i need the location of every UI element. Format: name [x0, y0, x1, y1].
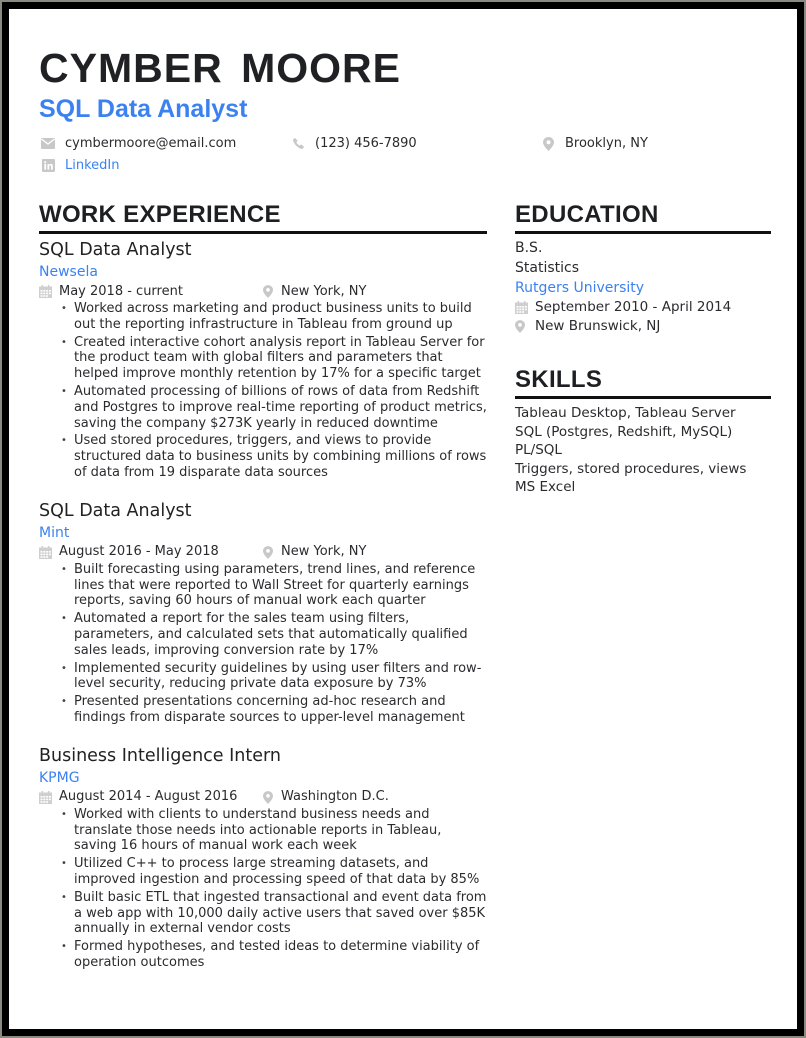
- work-experience-heading: WORK EXPERIENCE: [39, 201, 487, 234]
- job-bullet: Worked across marketing and product busi…: [61, 301, 487, 333]
- job-bullet: Created interactive cohort analysis repo…: [61, 335, 487, 382]
- work-experience-section: WORK EXPERIENCE SQL Data Analyst Newsela…: [39, 201, 487, 973]
- skill-item: MS Excel: [515, 479, 576, 495]
- job-dates: August 2016 - May 2018: [39, 543, 261, 561]
- skills-section: SKILLS Tableau Desktop, Tableau Server S…: [515, 366, 771, 497]
- job-location: New York, NY: [261, 543, 366, 561]
- linkedin-icon: [41, 159, 55, 173]
- resume-page: CYMBER MOORE SQL Data Analyst cymbermoor…: [9, 9, 797, 1029]
- phone-icon: [291, 137, 305, 151]
- job-bullet: Automated processing of billions of rows…: [61, 384, 487, 431]
- map-pin-icon: [541, 136, 555, 151]
- job-location: New York, NY: [261, 283, 366, 301]
- job-bullets: Worked across marketing and product busi…: [39, 301, 487, 481]
- skill-item: SQL (Postgres, Redshift, MySQL): [515, 423, 733, 440]
- job-bullet: Worked with clients to understand busine…: [61, 807, 487, 854]
- job-location: Washington D.C.: [261, 788, 389, 806]
- candidate-name: CYMBER MOORE: [39, 45, 401, 91]
- calendar-icon: [515, 301, 528, 314]
- skill-item: Tableau Desktop, Tableau Server: [515, 405, 736, 421]
- contact-email[interactable]: cymbermoore@email.com: [41, 136, 236, 151]
- map-pin-icon: [261, 285, 274, 298]
- education-school: Rutgers University: [515, 280, 645, 296]
- job-bullet: Presented presentations concerning ad-ho…: [61, 694, 487, 726]
- job-meta: August 2016 - May 2018 New York, NY: [39, 543, 487, 562]
- job-company: Mint: [39, 524, 70, 541]
- skill-item: PL/SQL: [515, 442, 562, 458]
- job-meta: May 2018 - current New York, NY: [39, 282, 487, 301]
- contact-linkedin[interactable]: LinkedIn: [41, 158, 119, 173]
- job-company: KPMG: [39, 769, 80, 786]
- contact-info: cymbermoore@email.com (123) 456-7890 Bro…: [39, 128, 779, 173]
- job-bullets: Worked with clients to understand busine…: [39, 807, 487, 971]
- map-pin-icon: [261, 790, 274, 804]
- job-meta: August 2014 - August 2016 Washington D.C…: [39, 788, 487, 807]
- job-bullet: Built basic ETL that ingested transactio…: [61, 890, 487, 937]
- contact-phone[interactable]: (123) 456-7890: [291, 136, 417, 151]
- contact-location: Brooklyn, NY: [541, 136, 648, 151]
- job-entry: SQL Data Analyst Newsela May 2018 - curr…: [39, 238, 487, 481]
- job-bullet: Implemented security guidelines by using…: [61, 661, 487, 693]
- education-dates: September 2010 - April 2014: [515, 298, 771, 317]
- calendar-icon: [39, 285, 52, 298]
- job-bullet: Built forecasting using parameters, tren…: [61, 562, 487, 609]
- candidate-title: SQL Data Analyst: [39, 95, 248, 123]
- education-field: Statistics: [515, 260, 579, 276]
- skills-heading: SKILLS: [515, 366, 771, 399]
- envelope-icon: [41, 137, 55, 151]
- job-entry: SQL Data Analyst Mint August 2016 - May …: [39, 499, 487, 726]
- job-bullet: Formed hypotheses, and tested ideas to d…: [61, 939, 487, 971]
- job-bullet: Utilized C++ to process large streaming …: [61, 856, 487, 888]
- map-pin-icon: [515, 320, 528, 333]
- job-entry: Business Intelligence Intern KPMG August…: [39, 744, 487, 971]
- map-pin-icon: [261, 545, 274, 559]
- job-bullets: Built forecasting using parameters, tren…: [39, 562, 487, 726]
- job-dates: August 2014 - August 2016: [39, 788, 261, 806]
- job-role: Business Intelligence Intern: [39, 745, 281, 766]
- job-dates: May 2018 - current: [39, 283, 261, 301]
- education-degree: B.S.: [515, 240, 543, 256]
- resume-header: CYMBER MOORE SQL Data Analyst cymbermoor…: [39, 44, 779, 173]
- skill-item: Triggers, stored procedures, views: [515, 460, 747, 477]
- education-entry: B.S. Statistics Rutgers University Septe…: [515, 238, 771, 336]
- skills-list: Tableau Desktop, Tableau Server SQL (Pos…: [515, 404, 771, 497]
- job-role: SQL Data Analyst: [39, 240, 192, 260]
- sidebar-column: EDUCATION B.S. Statistics Rutgers Univer…: [515, 201, 771, 497]
- education-section: EDUCATION B.S. Statistics Rutgers Univer…: [515, 201, 771, 336]
- calendar-icon: [39, 790, 52, 804]
- page-border: CYMBER MOORE SQL Data Analyst cymbermoor…: [2, 2, 804, 1036]
- job-role: SQL Data Analyst: [39, 500, 192, 521]
- job-bullet: Used stored procedures, triggers, and vi…: [61, 433, 487, 480]
- education-heading: EDUCATION: [515, 201, 771, 234]
- job-company: Newsela: [39, 264, 98, 280]
- calendar-icon: [39, 545, 52, 559]
- job-bullet: Automated a report for the sales team us…: [61, 611, 487, 658]
- education-location: New Brunswick, NJ: [515, 317, 771, 336]
